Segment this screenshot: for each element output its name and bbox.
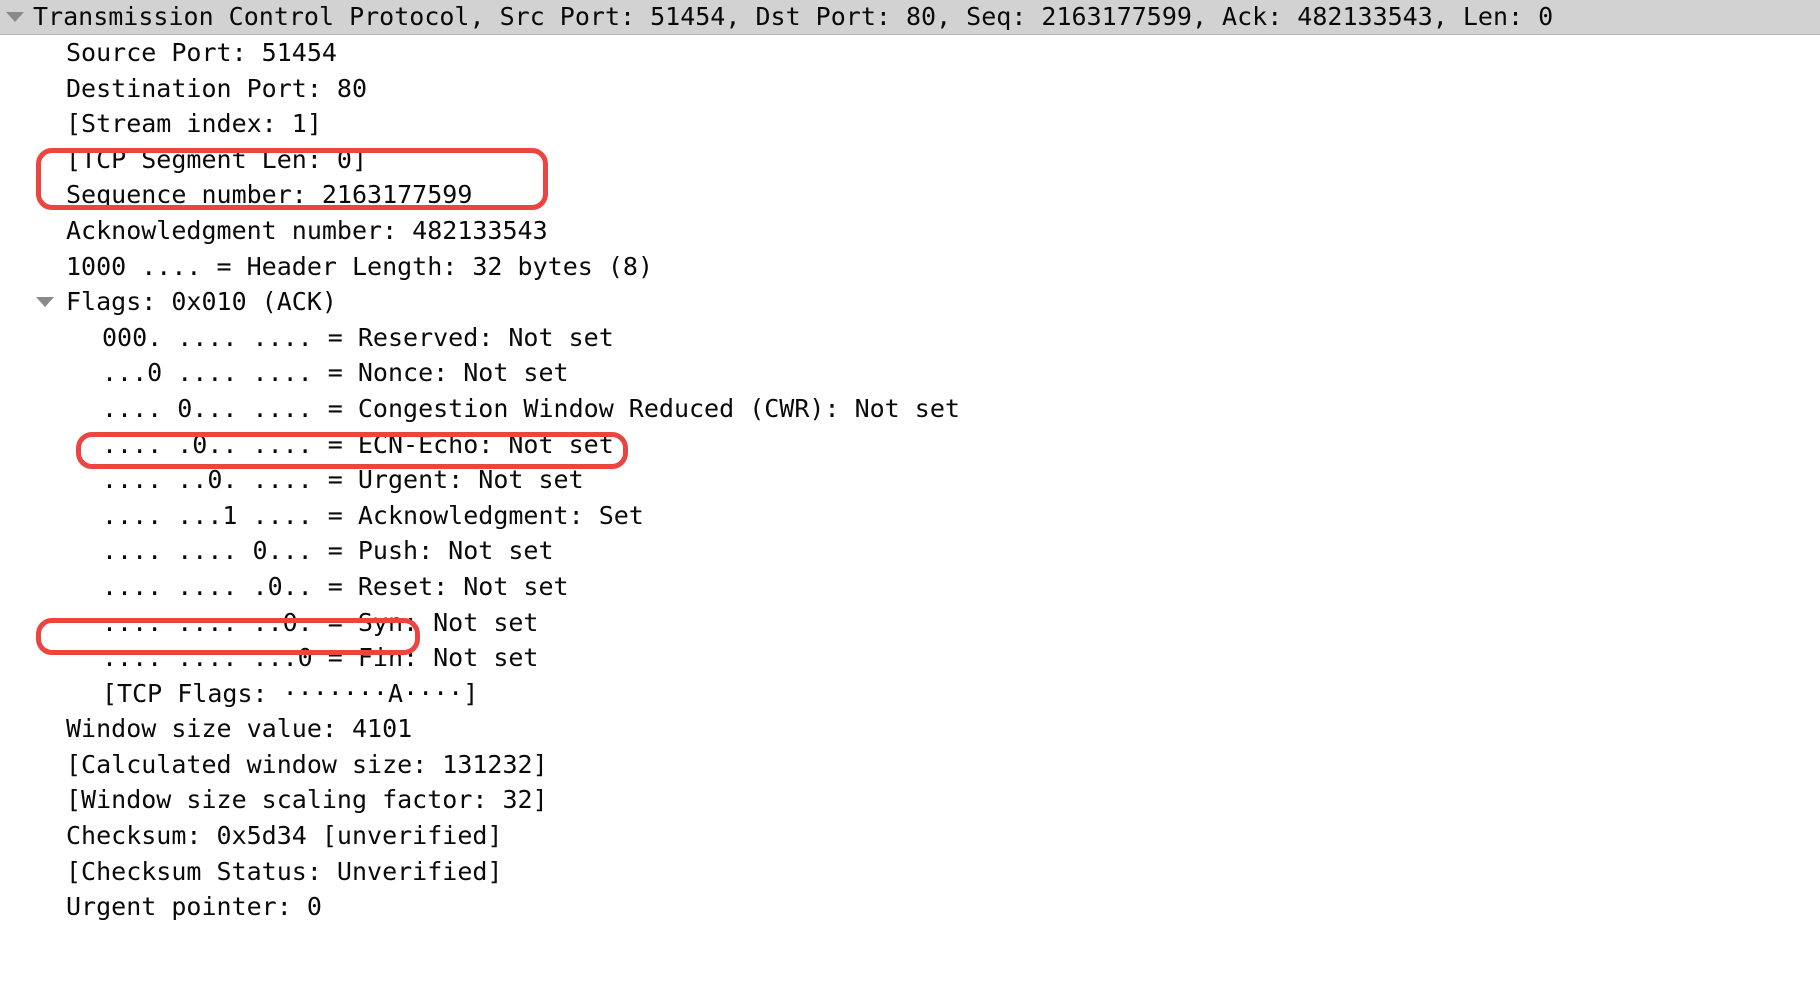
field-label: [Checksum Status: Unverified] [66, 856, 503, 886]
field-label: Acknowledgment number: 482133543 [66, 215, 548, 245]
field-label: [TCP Segment Len: 0] [66, 144, 368, 174]
field-label: Urgent pointer: 0 [66, 892, 322, 922]
packet-detail-row-flag-reset[interactable]: .... .... .0.. = Reset: Not set [0, 569, 1820, 605]
packet-detail-row-header-length[interactable]: 1000 .... = Header Length: 32 bytes (8) [0, 249, 1820, 285]
packet-detail-row-source-port[interactable]: Source Port: 51454 [0, 35, 1820, 71]
packet-detail-row-window-size-scaling-factor[interactable]: [Window size scaling factor: 32] [0, 782, 1820, 818]
field-label: .... .... .0.. = Reset: Not set [102, 571, 569, 601]
packet-detail-row-flag-nonce[interactable]: ...0 .... .... = Nonce: Not set [0, 355, 1820, 391]
field-label: .... ...1 .... = Acknowledgment: Set [102, 500, 644, 530]
field-label: Source Port: 51454 [66, 38, 337, 67]
field-label: Window size value: 4101 [66, 714, 413, 744]
field-label: 1000 .... = Header Length: 32 bytes (8) [66, 251, 653, 281]
packet-detail-row-calculated-window-size[interactable]: [Calculated window size: 131232] [0, 747, 1820, 783]
packet-detail-row-flag-cwr[interactable]: .... 0... .... = Congestion Window Reduc… [0, 391, 1820, 427]
packet-detail-row-flag-syn[interactable]: .... .... ..0. = Syn: Not set [0, 605, 1820, 641]
field-label: [TCP Flags: ·······A····] [102, 678, 479, 708]
packet-detail-row-urgent-pointer[interactable]: Urgent pointer: 0 [0, 889, 1820, 925]
field-label: .... .... ..0. = Syn: Not set [102, 607, 539, 637]
triangle-down-icon[interactable] [6, 12, 24, 22]
field-label: Destination Port: 80 [66, 73, 368, 103]
field-label: 000. .... .... = Reserved: Not set [102, 322, 614, 352]
field-label: [Window size scaling factor: 32] [66, 785, 548, 815]
field-label: ...0 .... .... = Nonce: Not set [102, 358, 569, 388]
packet-detail-row-sequence-number[interactable]: Sequence number: 2163177599 [0, 177, 1820, 213]
packet-detail-row-flag-ecn-echo[interactable]: .... .0.. .... = ECN-Echo: Not set [0, 427, 1820, 463]
packet-detail-protocol-header-row[interactable]: Transmission Control Protocol, Src Port:… [0, 0, 1820, 35]
field-label: .... ..0. .... = Urgent: Not set [102, 465, 584, 495]
field-label: .... .... 0... = Push: Not set [102, 536, 554, 566]
packet-detail-row-flag-acknowledgment[interactable]: .... ...1 .... = Acknowledgment: Set [0, 498, 1820, 534]
field-label: .... .0.. .... = ECN-Echo: Not set [102, 429, 614, 459]
packet-details-tree[interactable]: Transmission Control Protocol, Src Port:… [0, 0, 1820, 925]
protocol-header-label: Transmission Control Protocol, Src Port:… [33, 2, 1554, 31]
triangle-down-icon[interactable] [36, 296, 54, 307]
packet-detail-row-flag-fin[interactable]: .... .... ...0 = Fin: Not set [0, 640, 1820, 676]
packet-detail-row-flag-urgent[interactable]: .... ..0. .... = Urgent: Not set [0, 462, 1820, 498]
packet-detail-row-stream-index[interactable]: [Stream index: 1] [0, 106, 1820, 142]
packet-detail-row-flag-reserved[interactable]: 000. .... .... = Reserved: Not set [0, 320, 1820, 356]
field-label: Sequence number: 2163177599 [66, 180, 473, 210]
packet-detail-row-tcp-segment-len[interactable]: [TCP Segment Len: 0] [0, 142, 1820, 178]
field-label: .... .... ...0 = Fin: Not set [102, 643, 539, 673]
field-label: Flags: 0x010 (ACK) [66, 287, 337, 317]
field-label: .... 0... .... = Congestion Window Reduc… [102, 393, 960, 423]
packet-detail-row-window-size-value[interactable]: Window size value: 4101 [0, 711, 1820, 747]
field-label: Checksum: 0x5d34 [unverified] [66, 821, 503, 851]
packet-detail-row-acknowledgment-number[interactable]: Acknowledgment number: 482133543 [0, 213, 1820, 249]
packet-detail-row-checksum-status[interactable]: [Checksum Status: Unverified] [0, 854, 1820, 890]
field-label: [Calculated window size: 131232] [66, 749, 548, 779]
field-label: [Stream index: 1] [66, 109, 322, 139]
packet-detail-row-flag-push[interactable]: .... .... 0... = Push: Not set [0, 533, 1820, 569]
packet-detail-row-tcp-flags-summary[interactable]: [TCP Flags: ·······A····] [0, 676, 1820, 712]
packet-detail-row-destination-port[interactable]: Destination Port: 80 [0, 71, 1820, 107]
packet-detail-row-checksum[interactable]: Checksum: 0x5d34 [unverified] [0, 818, 1820, 854]
packet-detail-row-flags[interactable]: Flags: 0x010 (ACK) [0, 284, 1820, 320]
